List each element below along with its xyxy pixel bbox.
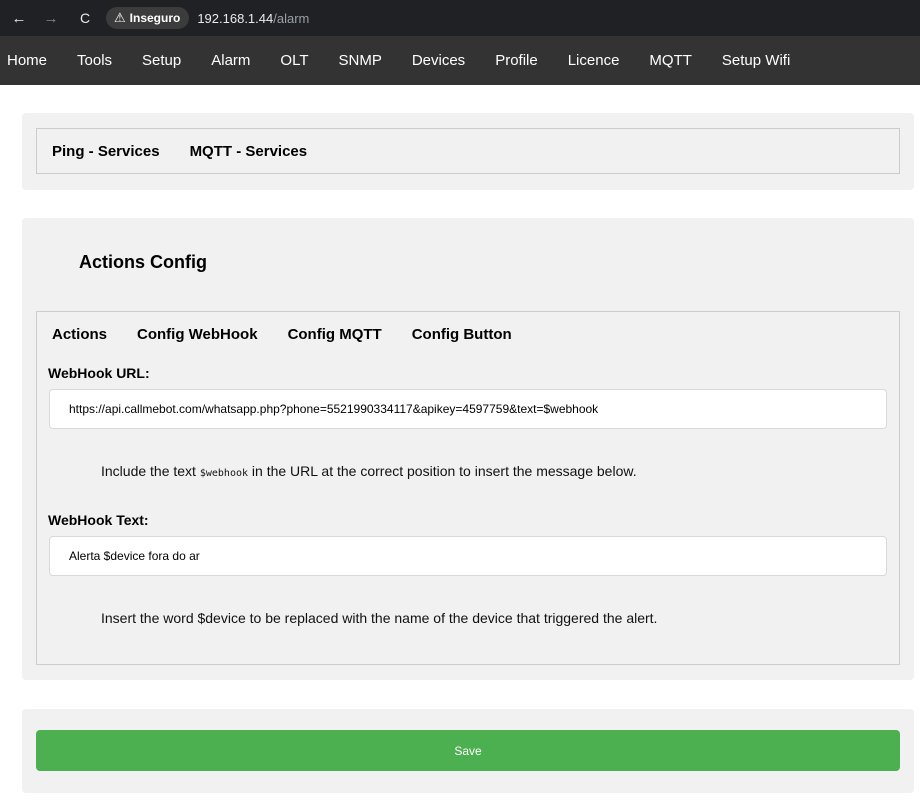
url-host: 192.168.1.44 bbox=[197, 10, 274, 26]
webhook-url-label: WebHook URL: bbox=[48, 365, 150, 381]
nav-item-setup[interactable]: Setup bbox=[127, 36, 196, 85]
top-nav: Home Tools Setup Alarm OLT SNMP Devices … bbox=[0, 36, 920, 85]
services-panel: Ping - Services MQTT - Services bbox=[22, 113, 914, 190]
reload-icon[interactable]: C bbox=[74, 10, 96, 26]
actions-tab-bar: Actions Config WebHook Config MQTT Confi… bbox=[36, 311, 900, 358]
actions-config-title: Actions Config bbox=[79, 252, 207, 272]
forward-arrow-icon[interactable]: → bbox=[40, 10, 62, 27]
webhook-text-input[interactable] bbox=[49, 536, 887, 576]
warning-icon: ⚠ bbox=[114, 10, 126, 25]
tab-ping-services[interactable]: Ping - Services bbox=[37, 143, 175, 160]
webhook-text-label: WebHook Text: bbox=[48, 512, 149, 528]
save-panel: Save bbox=[22, 709, 914, 793]
nav-item-snmp[interactable]: SNMP bbox=[323, 36, 396, 85]
nav-item-alarm[interactable]: Alarm bbox=[196, 36, 265, 85]
nav-item-devices[interactable]: Devices bbox=[397, 36, 480, 85]
url-text[interactable]: 192.168.1.44/alarm bbox=[197, 11, 309, 26]
webhook-config-content: WebHook URL: Include the text $webhook i… bbox=[36, 357, 900, 665]
security-label: Inseguro bbox=[129, 11, 181, 25]
actions-config-panel: Actions Config Actions Config WebHook Co… bbox=[22, 218, 914, 680]
tab-config-webhook[interactable]: Config WebHook bbox=[122, 326, 273, 343]
nav-item-mqtt[interactable]: MQTT bbox=[634, 36, 707, 85]
url-path: /alarm bbox=[273, 10, 310, 26]
tab-config-mqtt[interactable]: Config MQTT bbox=[273, 326, 397, 343]
hint-code-webhook: $webhook bbox=[199, 468, 249, 479]
nav-item-licence[interactable]: Licence bbox=[553, 36, 635, 85]
save-button[interactable]: Save bbox=[36, 730, 900, 771]
nav-item-olt[interactable]: OLT bbox=[265, 36, 323, 85]
nav-item-tools[interactable]: Tools bbox=[62, 36, 127, 85]
hint-text-after: in the URL at the correct position to in… bbox=[248, 463, 637, 479]
tab-mqtt-services[interactable]: MQTT - Services bbox=[175, 143, 323, 160]
webhook-url-hint: Include the text $webhook in the URL at … bbox=[101, 463, 637, 479]
webhook-url-input[interactable] bbox=[49, 389, 887, 429]
back-arrow-icon[interactable]: ← bbox=[8, 10, 30, 27]
webhook-text-hint: Insert the word $device to be replaced w… bbox=[101, 610, 658, 626]
security-badge[interactable]: ⚠ Inseguro bbox=[106, 7, 190, 29]
nav-item-home[interactable]: Home bbox=[0, 36, 62, 85]
tab-config-button[interactable]: Config Button bbox=[397, 326, 527, 343]
address-bar[interactable]: ⚠ Inseguro 192.168.1.44/alarm bbox=[106, 6, 309, 30]
browser-toolbar: ← → C ⚠ Inseguro 192.168.1.44/alarm bbox=[0, 0, 920, 36]
nav-item-profile[interactable]: Profile bbox=[480, 36, 553, 85]
nav-item-setup-wifi[interactable]: Setup Wifi bbox=[707, 36, 805, 85]
hint-text-before: Include the text bbox=[101, 463, 200, 479]
services-tab-bar: Ping - Services MQTT - Services bbox=[36, 128, 900, 174]
tab-actions[interactable]: Actions bbox=[37, 326, 122, 343]
